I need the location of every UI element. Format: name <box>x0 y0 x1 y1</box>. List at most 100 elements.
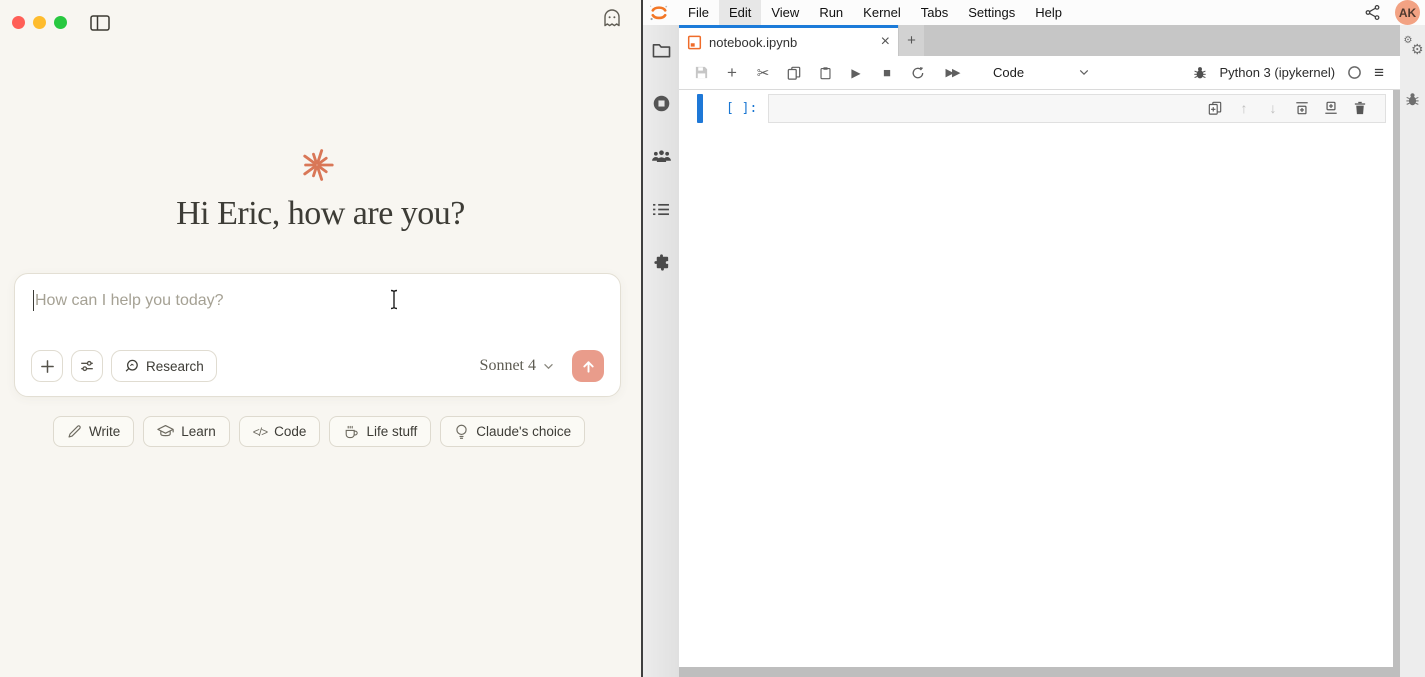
window-controls <box>12 16 67 29</box>
tools-sliders-button[interactable] <box>71 350 103 382</box>
claude-logo-starburst <box>298 146 336 184</box>
chip-code[interactable]: </> Code <box>239 416 321 447</box>
graduation-cap-icon <box>157 424 174 439</box>
menu-run[interactable]: Run <box>809 0 853 25</box>
move-cell-up-icon[interactable]: ↑ <box>1236 100 1252 116</box>
model-label: Sonnet 4 <box>480 357 536 375</box>
jupyter-body: notebook.ipynb × + + ✂ <box>643 25 1425 677</box>
chip-claudes-choice[interactable]: Claude's choice <box>440 416 585 447</box>
chip-write[interactable]: Write <box>53 416 134 447</box>
hamburger-menu-icon[interactable]: ≡ <box>1374 63 1384 83</box>
menu-edit[interactable]: Edit <box>719 0 761 25</box>
minimize-window-button[interactable] <box>33 16 46 29</box>
close-window-button[interactable] <box>12 16 25 29</box>
cell-toolbar: ↑ ↓ <box>1207 100 1368 116</box>
insert-cell-above-icon[interactable] <box>1294 100 1310 116</box>
composer-toolbar: Research Sonnet 4 <box>31 350 604 382</box>
cell-type-dropdown[interactable]: Code <box>993 65 1089 80</box>
chevron-down-icon <box>543 363 554 370</box>
property-inspector-gears-icon[interactable]: ⚙ ⚙ <box>1404 38 1422 58</box>
menu-tabs[interactable]: Tabs <box>911 0 958 25</box>
menu-help[interactable]: Help <box>1025 0 1072 25</box>
mouse-ibeam-cursor <box>389 289 399 310</box>
extension-manager-puzzle-icon[interactable] <box>650 250 672 275</box>
move-cell-down-icon[interactable]: ↓ <box>1265 100 1281 116</box>
cut-cells-icon[interactable]: ✂ <box>754 64 772 82</box>
chip-label: Learn <box>181 424 216 439</box>
jupyterlab-window: File Edit View Run Kernel Tabs Settings … <box>643 0 1425 677</box>
right-sidebar: ⚙ ⚙ <box>1400 25 1425 677</box>
cell-collapser[interactable] <box>697 94 703 123</box>
menu-kernel[interactable]: Kernel <box>853 0 911 25</box>
chip-label: Code <box>274 424 306 439</box>
suggestion-chips: Write Learn </> Code Life stuff <box>53 416 585 447</box>
insert-cell-below-icon[interactable] <box>1323 100 1339 116</box>
code-cell: [ ]: ↑ ↓ <box>697 94 1386 123</box>
debugger-bug-icon[interactable] <box>1193 66 1207 80</box>
restart-kernel-icon[interactable] <box>909 66 927 80</box>
code-brackets-icon: </> <box>253 425 267 439</box>
dock-tab-bar: notebook.ipynb × + <box>679 25 1400 56</box>
research-button[interactable]: Research <box>111 350 217 382</box>
chip-life-stuff[interactable]: Life stuff <box>329 416 431 447</box>
running-kernels-icon[interactable] <box>650 91 672 116</box>
pencil-icon <box>67 424 82 439</box>
paste-cells-icon[interactable] <box>816 66 834 80</box>
chevron-down-icon <box>1079 69 1089 76</box>
insert-cell-icon[interactable]: + <box>723 63 741 83</box>
delete-cell-trash-icon[interactable] <box>1352 100 1368 116</box>
attach-plus-button[interactable] <box>31 350 63 382</box>
cell-prompt: [ ]: <box>726 94 768 123</box>
cell-editor[interactable]: ↑ ↓ <box>768 94 1386 123</box>
chip-label: Claude's choice <box>476 424 571 439</box>
tab-notebook[interactable]: notebook.ipynb × <box>679 25 898 56</box>
stop-kernel-icon[interactable]: ■ <box>878 65 896 80</box>
share-icon[interactable] <box>1364 4 1382 22</box>
scrollbar-gutter-horizontal[interactable] <box>679 667 1400 677</box>
left-activity-bar <box>643 25 679 677</box>
composer-placeholder: How can I help you today? <box>35 292 224 310</box>
chip-label: Life stuff <box>366 424 417 439</box>
model-selector[interactable]: Sonnet 4 <box>480 357 554 375</box>
run-cell-icon[interactable]: ▶ <box>847 66 865 80</box>
tab-title: notebook.ipynb <box>709 35 797 50</box>
research-magnifier-icon <box>124 358 140 374</box>
table-of-contents-icon[interactable] <box>650 197 672 222</box>
duplicate-cell-icon[interactable] <box>1207 100 1223 116</box>
chat-composer[interactable]: How can I help you today? Research <box>14 273 621 397</box>
ghost-incognito-icon[interactable] <box>602 8 624 32</box>
cell-type-value: Code <box>993 65 1024 80</box>
zoom-window-button[interactable] <box>54 16 67 29</box>
file-browser-icon[interactable] <box>650 38 672 63</box>
chip-label: Write <box>89 424 120 439</box>
coffee-cup-icon <box>343 424 359 440</box>
menubar-right-group: AK <box>1364 0 1425 25</box>
notebook-content[interactable]: [ ]: ↑ ↓ <box>679 90 1400 677</box>
claude-window: Hi Eric, how are you? How can I help you… <box>0 0 641 677</box>
close-tab-icon[interactable]: × <box>881 34 890 50</box>
text-caret <box>33 290 34 311</box>
notebook-panel: notebook.ipynb × + + ✂ <box>679 25 1400 677</box>
kernel-name-label[interactable]: Python 3 (ipykernel) <box>1219 65 1335 80</box>
menu-file[interactable]: File <box>678 0 719 25</box>
new-tab-button[interactable]: + <box>899 25 924 56</box>
kernel-status-circle-icon[interactable] <box>1347 65 1362 80</box>
toolbar-right-group: Python 3 (ipykernel) ≡ <box>1193 63 1400 83</box>
collaboration-users-icon[interactable] <box>650 144 672 169</box>
sidebar-toggle-icon[interactable] <box>90 15 110 31</box>
debugger-sidebar-bug-icon[interactable] <box>1405 92 1420 107</box>
chip-learn[interactable]: Learn <box>143 416 230 447</box>
restart-run-all-icon[interactable]: ▶▶ <box>940 66 964 79</box>
notebook-file-icon <box>687 35 702 50</box>
screen: Hi Eric, how are you? How can I help you… <box>0 0 1425 677</box>
lightbulb-icon <box>454 423 469 440</box>
scrollbar-gutter-vertical[interactable] <box>1393 90 1400 677</box>
menu-settings[interactable]: Settings <box>958 0 1025 25</box>
save-icon[interactable] <box>692 65 710 80</box>
menu-view[interactable]: View <box>761 0 809 25</box>
send-button[interactable] <box>572 350 604 382</box>
user-avatar[interactable]: AK <box>1395 0 1420 25</box>
copy-cells-icon[interactable] <box>785 66 803 80</box>
jupyter-logo-icon <box>648 2 670 24</box>
arrow-up-icon <box>581 359 596 374</box>
